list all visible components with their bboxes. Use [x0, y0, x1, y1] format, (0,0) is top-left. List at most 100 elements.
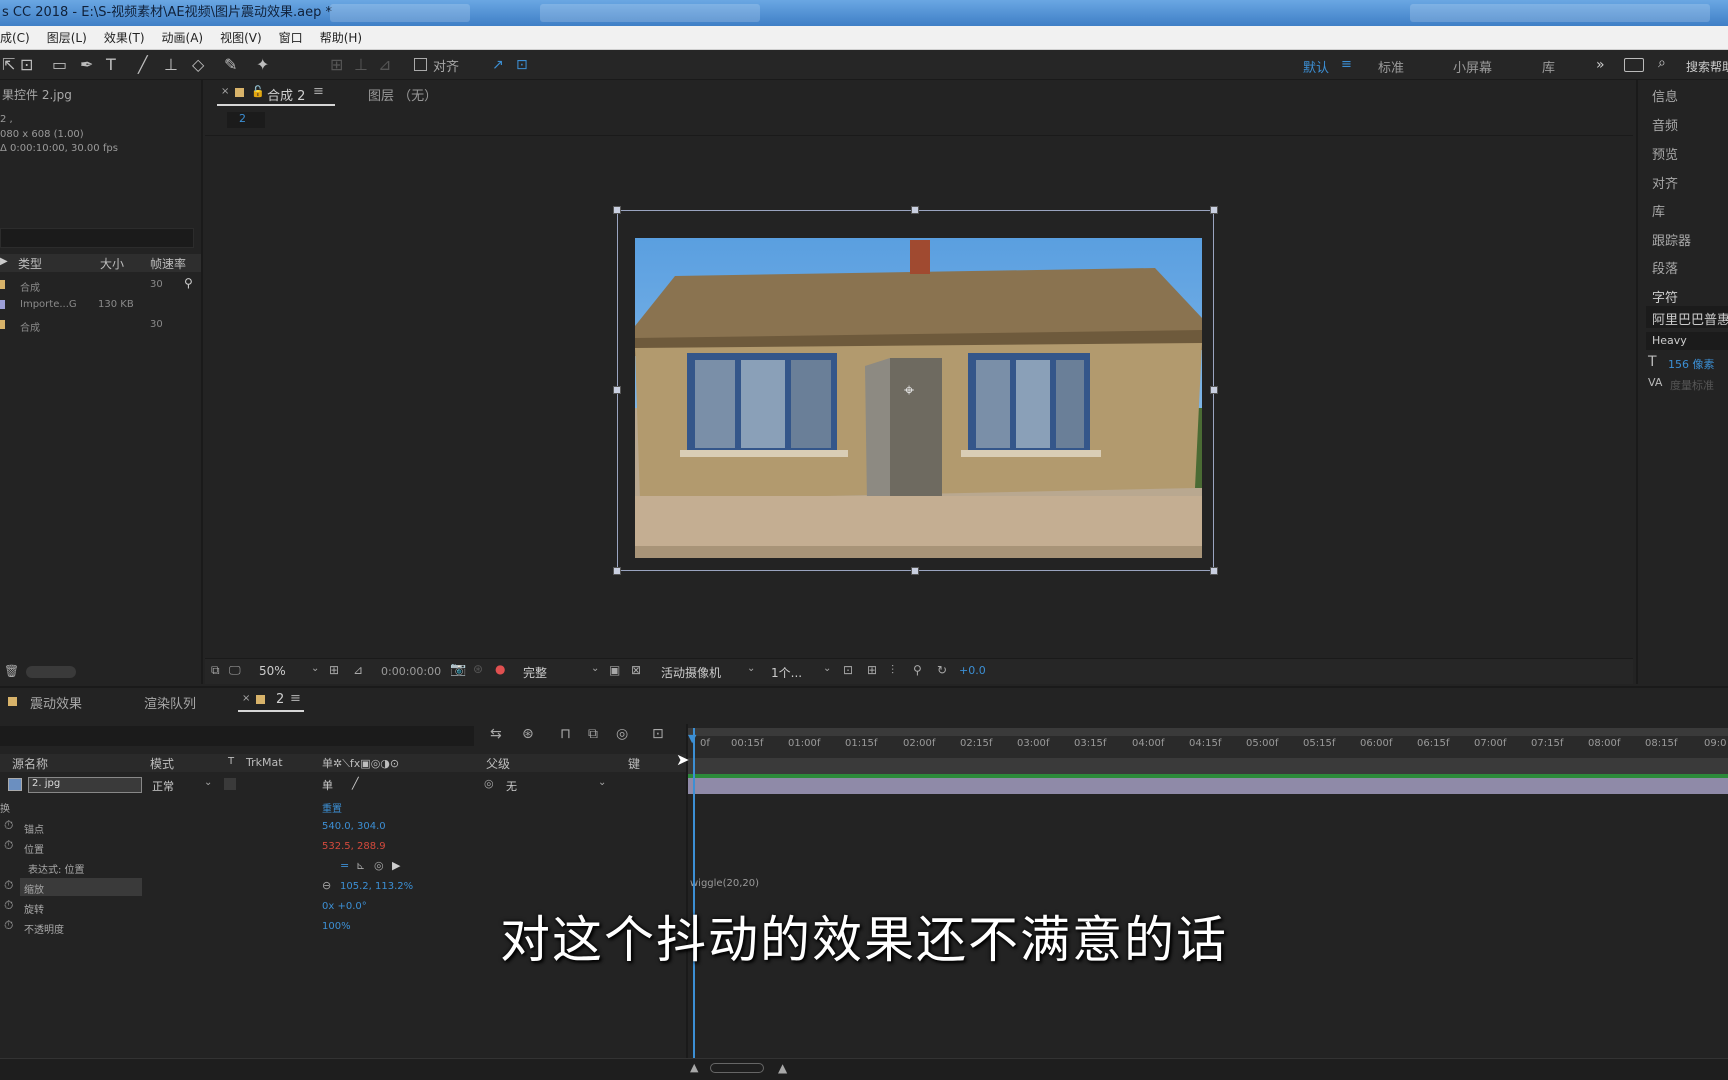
expression-graph-icon[interactable]: ⊾ [356, 859, 365, 872]
panel-menu-icon[interactable]: ≡ [290, 691, 301, 706]
zoom-out-icon[interactable]: ▲ [690, 1061, 698, 1074]
search-help-input[interactable]: 搜索帮助 [1686, 58, 1728, 75]
camera-icon[interactable]: 📷 [450, 662, 466, 677]
trash-icon[interactable]: 🗑 [4, 664, 19, 678]
chevron-down-icon[interactable]: ⌄ [823, 663, 831, 674]
font-family-select[interactable]: 阿里巴巴普惠 [1646, 306, 1728, 328]
list-item[interactable]: Importe...G 130 KB [0, 296, 201, 314]
panel-tracker[interactable]: 跟踪器 [1652, 230, 1691, 249]
snapshot-icon[interactable]: ⊛ [473, 662, 483, 676]
timeline-search-input[interactable] [0, 726, 474, 746]
column-source-name[interactable]: 源名称 [12, 755, 48, 772]
flowchart-icon[interactable]: ⚲ [913, 663, 922, 677]
menu-composition[interactable]: 成(C) [0, 29, 30, 46]
snap-icon[interactable]: ↗ [492, 55, 504, 75]
quality-switch-icon[interactable]: ╱ [352, 777, 359, 790]
font-size-value[interactable]: 156 像素 [1668, 356, 1715, 372]
column-parent[interactable]: 父级 [486, 755, 510, 772]
workspace-default[interactable]: 默认 [1303, 57, 1329, 76]
layer-tab[interactable]: 图层 （无） [368, 85, 437, 104]
clone-stamp-icon[interactable]: ⊥ [164, 55, 178, 75]
motion-blur-icon[interactable]: ◎ [616, 726, 628, 742]
resize-handle[interactable] [911, 206, 919, 214]
panel-audio[interactable]: 音频 [1652, 115, 1678, 134]
stopwatch-icon[interactable]: ⏱ [4, 838, 13, 853]
roto-brush-icon[interactable]: ✎ [224, 55, 237, 75]
playhead-icon[interactable]: ▼ [688, 732, 696, 745]
time-graph[interactable]: 0f 00:15f 01:00f 01:15f 02:00f 02:15f 03… [688, 728, 1728, 1068]
expression-pickwhip-icon[interactable]: ◎ [374, 859, 384, 872]
tab-render-queue[interactable]: 渲染队列 [144, 693, 196, 712]
pen-tool-icon[interactable]: ✒ [80, 55, 93, 75]
camera-select[interactable]: 活动摄像机 [661, 664, 721, 681]
constrain-proportions-icon[interactable]: ⊖ [322, 879, 331, 892]
menu-help[interactable]: 帮助(H) [320, 29, 362, 46]
comp-mini-flowchart-icon[interactable]: ⇆ [490, 726, 502, 742]
pick-whip-icon[interactable]: ◎ [484, 777, 494, 790]
zoom-slider[interactable] [710, 1063, 764, 1073]
property-row-scale[interactable]: ⏱ 缩放 ⊖ 105.2, 113.2% [0, 878, 686, 896]
breadcrumb[interactable]: 2 [227, 112, 265, 128]
project-search-input[interactable] [0, 228, 194, 248]
blend-mode-select[interactable]: 正常 [152, 778, 174, 794]
menu-effect[interactable]: 效果(T) [104, 29, 145, 46]
stopwatch-icon[interactable]: ⏱ [4, 878, 13, 893]
workspace-standard[interactable]: 标准 [1378, 57, 1404, 76]
composition-image[interactable] [635, 238, 1202, 558]
panel-info[interactable]: 信息 [1652, 86, 1678, 105]
exposure-value[interactable]: +0.0 [959, 664, 986, 677]
monitor-icon[interactable]: 🖵 [229, 663, 241, 678]
list-item[interactable]: 合成 30 [0, 316, 201, 334]
lock-icon[interactable]: 🔓 [251, 85, 265, 98]
list-item[interactable]: 合成 30 ⚲ [0, 276, 201, 294]
column-keys[interactable]: 键 [628, 755, 640, 772]
effect-controls-tab[interactable]: 果控件 2.jpg [2, 86, 72, 103]
panel-paragraph[interactable]: 段落 [1652, 258, 1678, 277]
layer-duration-bar[interactable] [688, 778, 1728, 794]
workspace-small-screen[interactable]: 小屏幕 [1453, 57, 1492, 76]
color-channels-icon[interactable]: ● [495, 662, 505, 676]
draft-3d-icon[interactable]: ⊛ [522, 726, 534, 742]
toggle-pixel-icon[interactable]: ⊡ [843, 663, 853, 677]
chevron-down-icon[interactable]: ⌄ [598, 777, 606, 788]
tab-composition[interactable]: × 🔓 合成 2 ≡ [217, 84, 335, 106]
panel-character[interactable]: 字符 [1652, 287, 1678, 306]
fit-icon[interactable]: ⊞ [329, 663, 339, 677]
sync-icon[interactable] [1624, 58, 1644, 72]
local-axis-icon[interactable]: ⊥ [354, 55, 368, 75]
views-select[interactable]: 1个... [771, 664, 802, 681]
workspace-menu-icon[interactable]: ≡ [1341, 57, 1352, 72]
zoom-in-icon[interactable]: ▲ [778, 1061, 787, 1075]
column-mode[interactable]: 模式 [150, 755, 174, 772]
resize-handle[interactable] [613, 386, 621, 394]
property-row-expression[interactable]: 表达式: 位置 = ⊾ ◎ ▶ [0, 858, 686, 876]
shy-layers-icon[interactable]: ⊓ [560, 726, 571, 742]
move-tool-icon[interactable]: ⇱ [2, 55, 15, 75]
column-trkmat[interactable]: TrkMat [246, 756, 283, 769]
reset-link[interactable]: 重置 [322, 800, 342, 815]
column-t[interactable]: T [228, 756, 234, 767]
more-workspaces-icon[interactable]: » [1596, 57, 1605, 73]
reset-exposure-icon[interactable]: ↻ [937, 663, 947, 677]
world-axis-icon[interactable]: ⊿ [378, 55, 391, 75]
menu-view[interactable]: 视图(V) [220, 29, 262, 46]
resize-handle[interactable] [1210, 386, 1218, 394]
puppet-pin-icon[interactable]: ✦ [256, 55, 269, 75]
menu-window[interactable]: 窗口 [279, 29, 303, 46]
roi-icon[interactable]: ▣ [609, 663, 620, 677]
current-timecode[interactable]: 0:00:00:00 [381, 665, 441, 678]
project-scrollbar[interactable] [26, 666, 76, 678]
column-fps[interactable]: 帧速率 [150, 255, 186, 272]
tab-shake-effect[interactable]: 震动效果 [30, 693, 82, 712]
eraser-tool-icon[interactable]: ◇ [192, 55, 204, 75]
chevron-down-icon[interactable]: ⌄ [311, 663, 319, 674]
expression-text[interactable]: wiggle(20,20) [690, 878, 759, 889]
close-icon[interactable]: × [221, 86, 229, 97]
property-value[interactable]: 540.0, 304.0 [322, 821, 386, 832]
property-row-anchor[interactable]: ⏱ 锚点 540.0, 304.0 [0, 818, 686, 836]
search-icon[interactable]: ⌕ [1658, 55, 1666, 71]
zoom-select[interactable]: 50% [259, 664, 286, 678]
panel-align[interactable]: 对齐 [1652, 173, 1678, 192]
panel-menu-icon[interactable]: ≡ [313, 84, 324, 99]
property-value[interactable]: 532.5, 288.9 [322, 841, 386, 852]
